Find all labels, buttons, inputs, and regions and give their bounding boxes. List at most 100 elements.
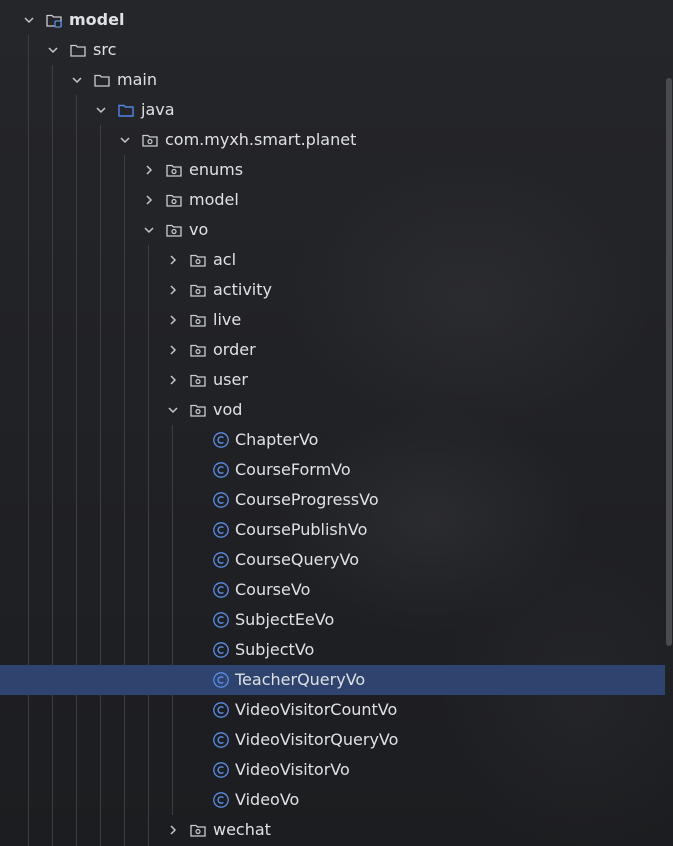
class-icon: [213, 492, 229, 508]
tree-node-enums[interactable]: enums: [0, 155, 665, 185]
chevron-right-icon[interactable]: [165, 372, 181, 388]
tree-node-label: SubjectVo: [235, 640, 315, 659]
tree-node-activity[interactable]: activity: [0, 275, 665, 305]
tree-node-label: wechat: [213, 820, 271, 839]
source-root-folder-icon: [118, 104, 134, 117]
class-icon: [213, 582, 229, 598]
chevron-right-icon[interactable]: [165, 342, 181, 358]
tree-node-class[interactable]: VideoVisitorCountVo: [0, 695, 665, 725]
tree-node-label: vo: [189, 220, 209, 239]
package-icon: [142, 134, 158, 147]
tree-node-class[interactable]: CourseQueryVo: [0, 545, 665, 575]
tree-node-class[interactable]: CourseVo: [0, 575, 665, 605]
package-icon: [190, 284, 206, 297]
package-icon: [190, 824, 206, 837]
tree-node-label: com.myxh.smart.planet: [165, 130, 357, 149]
tree-node-label: user: [213, 370, 248, 389]
tree-node-vod[interactable]: vod: [0, 395, 665, 425]
package-icon: [166, 164, 182, 177]
class-icon: [213, 762, 229, 778]
tree-node-label: TeacherQueryVo: [235, 670, 366, 689]
tree-node-class[interactable]: VideoVo: [0, 785, 665, 815]
tree-node-label: enums: [189, 160, 244, 179]
module-folder-icon: [46, 14, 62, 28]
package-icon: [190, 314, 206, 327]
tree-node-label: vod: [213, 400, 243, 419]
package-icon: [190, 344, 206, 357]
tree-node-label: CourseProgressVo: [235, 490, 379, 509]
class-icon: [213, 552, 229, 568]
class-icon: [213, 612, 229, 628]
chevron-down-icon[interactable]: [21, 12, 37, 28]
tree-node-class[interactable]: CoursePublishVo: [0, 515, 665, 545]
chevron-down-icon[interactable]: [45, 42, 61, 58]
tree-node-label: live: [213, 310, 242, 329]
chevron-down-icon[interactable]: [69, 72, 85, 88]
package-icon: [166, 194, 182, 207]
tree-node-label: src: [93, 40, 117, 59]
tree-node-vo[interactable]: vo: [0, 215, 665, 245]
package-icon: [190, 404, 206, 417]
tree-node-acl[interactable]: acl: [0, 245, 665, 275]
chevron-right-icon[interactable]: [165, 822, 181, 838]
tree-node-model-module[interactable]: model: [0, 5, 665, 35]
tree-node-package-root[interactable]: com.myxh.smart.planet: [0, 125, 665, 155]
chevron-right-icon[interactable]: [165, 312, 181, 328]
tree-node-class[interactable]: SubjectVo: [0, 635, 665, 665]
class-icon: [213, 642, 229, 658]
class-icon: [213, 462, 229, 478]
tree-node-label: main: [117, 70, 157, 89]
tree-node-order[interactable]: order: [0, 335, 665, 365]
tree-node-class[interactable]: CourseFormVo: [0, 455, 665, 485]
chevron-right-icon[interactable]: [141, 162, 157, 178]
package-icon: [190, 374, 206, 387]
tree-node-label: CourseQueryVo: [235, 550, 359, 569]
tree-node-live[interactable]: live: [0, 305, 665, 335]
chevron-down-icon[interactable]: [141, 222, 157, 238]
tree-node-label: order: [213, 340, 256, 359]
class-icon: [213, 432, 229, 448]
package-icon: [166, 224, 182, 237]
tree-node-src[interactable]: src: [0, 35, 665, 65]
tree-node-class-selected[interactable]: TeacherQueryVo: [0, 665, 665, 695]
tree-node-label: SubjectEeVo: [235, 610, 335, 629]
chevron-right-icon[interactable]: [165, 252, 181, 268]
tree-node-model-package[interactable]: model: [0, 185, 665, 215]
tree-node-label: VideoVisitorQueryVo: [235, 730, 399, 749]
class-icon: [213, 732, 229, 748]
tree-node-label: java: [141, 100, 175, 119]
vertical-scrollbar[interactable]: [666, 78, 672, 646]
package-icon: [190, 254, 206, 267]
chevron-down-icon[interactable]: [117, 132, 133, 148]
folder-icon: [70, 44, 86, 57]
tree-node-user[interactable]: user: [0, 365, 665, 395]
tree-node-label: model: [69, 10, 125, 29]
project-tree: model src main java com.myxh.smart.plane…: [0, 5, 665, 845]
tree-node-class[interactable]: VideoVisitorQueryVo: [0, 725, 665, 755]
chevron-down-icon[interactable]: [165, 402, 181, 418]
tree-node-label: CourseFormVo: [235, 460, 351, 479]
tree-node-label: VideoVisitorCountVo: [235, 700, 398, 719]
tree-node-wechat[interactable]: wechat: [0, 815, 665, 845]
tree-node-class[interactable]: SubjectEeVo: [0, 605, 665, 635]
tree-node-label: VideoVo: [235, 790, 300, 809]
chevron-down-icon[interactable]: [93, 102, 109, 118]
class-icon: [213, 672, 229, 688]
tree-node-java[interactable]: java: [0, 95, 665, 125]
tree-node-class[interactable]: CourseProgressVo: [0, 485, 665, 515]
tree-node-class[interactable]: ChapterVo: [0, 425, 665, 455]
folder-icon: [94, 74, 110, 87]
tree-node-main[interactable]: main: [0, 65, 665, 95]
chevron-right-icon[interactable]: [141, 192, 157, 208]
chevron-right-icon[interactable]: [165, 282, 181, 298]
tree-node-label: activity: [213, 280, 272, 299]
tree-node-label: VideoVisitorVo: [235, 760, 350, 779]
tree-node-label: acl: [213, 250, 237, 269]
tree-node-label: model: [189, 190, 239, 209]
class-icon: [213, 792, 229, 808]
class-icon: [213, 702, 229, 718]
class-icon: [213, 522, 229, 538]
tree-node-label: ChapterVo: [235, 430, 319, 449]
tree-node-label: CourseVo: [235, 580, 311, 599]
tree-node-class[interactable]: VideoVisitorVo: [0, 755, 665, 785]
